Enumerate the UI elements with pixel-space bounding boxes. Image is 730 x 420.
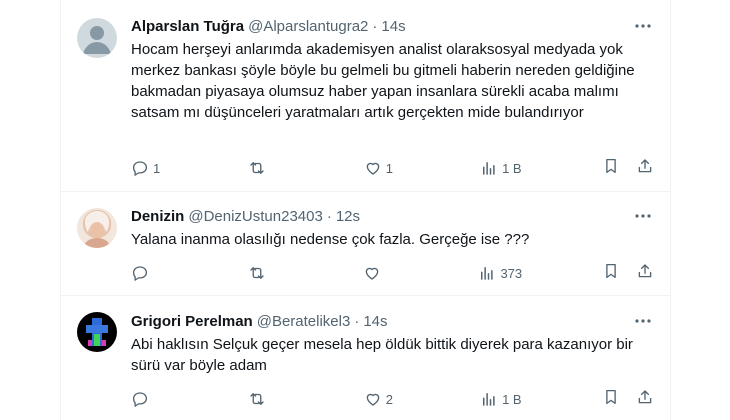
username[interactable]: @Beratelikel3 — [257, 313, 351, 330]
share-icon — [638, 158, 652, 172]
tweet-text: Abi haklısın Selçuk geçer mesela hep öld… — [131, 336, 633, 374]
username[interactable]: @DenizUstun23403 — [188, 208, 322, 225]
avatar[interactable] — [77, 312, 117, 352]
share-button[interactable] — [636, 157, 654, 180]
separator-dot: · — [372, 17, 378, 35]
reply-button[interactable]: 1 — [131, 159, 167, 177]
action-bar: 2 1 B — [131, 389, 654, 409]
tweet-secondary-actions — [602, 388, 654, 411]
share-button[interactable] — [636, 262, 654, 285]
username[interactable]: @Alparslantugra2 — [248, 18, 368, 35]
retweet-icon — [250, 162, 265, 174]
reply-icon — [132, 266, 148, 281]
like-count: 1 — [385, 160, 393, 176]
bookmark-icon — [606, 158, 616, 173]
views-icon — [483, 393, 495, 406]
reply-button[interactable] — [131, 264, 167, 282]
column-border-right — [670, 0, 671, 420]
tweet-header: Grigori Perelman @Beratelikel3 · 14s — [131, 311, 654, 331]
tweet-secondary-actions — [602, 262, 654, 285]
bookmark-button[interactable] — [602, 157, 620, 180]
bookmark-button[interactable] — [602, 262, 620, 285]
bookmark-icon — [606, 263, 616, 278]
timestamp[interactable]: 14s — [363, 313, 387, 330]
profile-photo-icon — [83, 211, 111, 248]
tweet-header: Alparslan Tuğra @Alparslantugra2 · 14s — [131, 16, 654, 36]
more-icon[interactable] — [632, 310, 654, 332]
retweet-icon — [250, 267, 264, 279]
views-count: 373 — [500, 265, 523, 281]
display-name[interactable]: Alparslan Tuğra — [131, 18, 244, 35]
action-bar: 1 1 1 B — [131, 158, 654, 178]
retweet-button[interactable] — [247, 159, 283, 177]
more-icon[interactable] — [632, 15, 654, 37]
views-button[interactable]: 1 B — [480, 159, 522, 177]
like-button[interactable] — [363, 264, 399, 282]
reply-button[interactable] — [131, 390, 167, 408]
bookmark-icon — [606, 389, 616, 404]
avatar[interactable] — [77, 208, 117, 248]
display-name[interactable]: Grigori Perelman — [131, 313, 253, 330]
retweet-button[interactable] — [247, 264, 283, 282]
display-name[interactable]: Denizin — [131, 208, 184, 225]
tweet-text: Hocam herşeyi anlarımda akademisyen anal… — [131, 41, 635, 121]
like-count: 2 — [385, 391, 393, 407]
views-button[interactable]: 1 B — [480, 390, 522, 408]
timeline: Alparslan Tuğra @Alparslantugra2 · 14s H… — [0, 0, 730, 420]
timestamp[interactable]: 14s — [381, 18, 405, 35]
like-icon — [365, 267, 378, 280]
reply-count: 1 — [153, 160, 161, 176]
share-icon — [638, 263, 652, 277]
profile-photo-icon — [86, 318, 108, 346]
views-icon — [481, 267, 494, 280]
tweet-secondary-actions — [602, 157, 654, 180]
bookmark-button[interactable] — [602, 388, 620, 411]
tweet-header: Denizin @DenizUstun23403 · 12s — [131, 206, 654, 226]
views-button[interactable]: 373 — [478, 264, 522, 282]
default-avatar-icon — [83, 26, 111, 54]
avatar[interactable] — [77, 18, 117, 58]
separator-dot: · — [326, 207, 332, 225]
views-count: 1 B — [502, 391, 522, 407]
action-bar: 373 — [131, 263, 654, 283]
share-button[interactable] — [636, 388, 654, 411]
retweet-icon — [250, 393, 265, 405]
separator-dot: · — [354, 312, 360, 330]
reply-tweet[interactable]: Denizin @DenizUstun23403 · 12s Yalana in… — [61, 191, 670, 295]
like-icon — [366, 162, 380, 175]
reply-tweet[interactable]: Alparslan Tuğra @Alparslantugra2 · 14s H… — [61, 0, 670, 191]
more-icon[interactable] — [632, 205, 654, 227]
reply-icon — [132, 392, 148, 407]
reply-tweet[interactable]: Grigori Perelman @Beratelikel3 · 14s Abi… — [61, 295, 670, 420]
views-icon — [483, 162, 495, 175]
like-button[interactable]: 1 — [364, 159, 400, 177]
like-icon — [366, 393, 380, 406]
share-icon — [638, 389, 652, 403]
timestamp[interactable]: 12s — [336, 208, 360, 225]
like-button[interactable]: 2 — [364, 390, 400, 408]
retweet-button[interactable] — [247, 390, 283, 408]
views-count: 1 B — [502, 160, 522, 176]
reply-icon — [132, 161, 148, 176]
tweet-text: Yalana inanma olasılığı nedense çok fazl… — [131, 231, 530, 248]
